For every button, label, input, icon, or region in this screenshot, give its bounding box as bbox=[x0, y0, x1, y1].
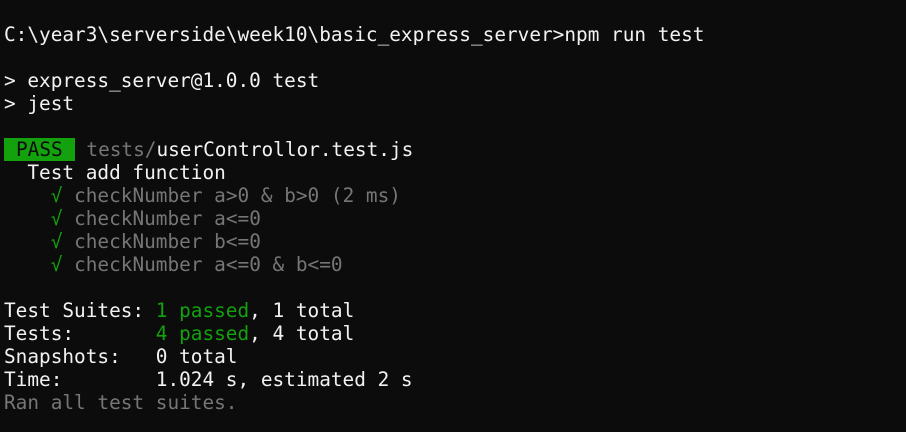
suites-passed: 1 passed bbox=[155, 299, 250, 322]
check-icon: √ bbox=[50, 207, 63, 230]
test-file-dir: tests/ bbox=[86, 138, 157, 161]
test-case: √ checkNumber a>0 & b>0 (2 ms) bbox=[4, 184, 904, 207]
summary-snapshots: Snapshots: 0 total bbox=[4, 345, 904, 368]
test-case-name: checkNumber a<=0 bbox=[74, 207, 261, 230]
summary-label: Tests: bbox=[4, 322, 156, 345]
test-case: √ checkNumber b<=0 bbox=[4, 230, 904, 253]
summary-label: Test Suites: bbox=[4, 299, 156, 322]
summary-label: Time: bbox=[4, 368, 156, 391]
tests-passed: 4 passed bbox=[155, 322, 250, 345]
suite-name: Test add function bbox=[4, 161, 904, 184]
terminal-output: C:\year3\serverside\week10\basic_express… bbox=[4, 23, 904, 414]
test-file-name: userControllor.test.js bbox=[156, 138, 414, 161]
test-case-name: checkNumber a>0 & b>0 (2 ms) bbox=[74, 184, 401, 207]
suites-total: , 1 total bbox=[249, 299, 355, 322]
test-case: √ checkNumber a<=0 bbox=[4, 207, 904, 230]
pass-badge: PASS bbox=[4, 138, 75, 161]
summary-time: Time: 1.024 s, estimated 2 s bbox=[4, 368, 904, 391]
tests-total: , 4 total bbox=[249, 322, 355, 345]
test-file-result: PASS tests/userControllor.test.js bbox=[4, 138, 904, 161]
check-icon: √ bbox=[50, 253, 63, 276]
check-icon: √ bbox=[50, 230, 63, 253]
snapshots-value: 0 total bbox=[155, 345, 238, 368]
check-icon: √ bbox=[50, 184, 63, 207]
summary-label: Snapshots: bbox=[4, 345, 156, 368]
test-case-name: checkNumber b<=0 bbox=[74, 230, 261, 253]
test-case-name: checkNumber a<=0 & b<=0 bbox=[74, 253, 343, 276]
footer-message: Ran all test suites. bbox=[4, 391, 238, 414]
jest-command-line: > jest bbox=[4, 92, 75, 115]
summary-tests: Tests: 4 passed, 4 total bbox=[4, 322, 904, 345]
suite-name-text: Test add function bbox=[27, 161, 226, 184]
command-line: C:\year3\serverside\week10\basic_express… bbox=[4, 23, 705, 46]
summary-test-suites: Test Suites: 1 passed, 1 total bbox=[4, 299, 904, 322]
time-value: 1.024 s, estimated 2 s bbox=[155, 368, 413, 391]
test-case: √ checkNumber a<=0 & b<=0 bbox=[4, 253, 904, 276]
npm-script-line: > express_server@1.0.0 test bbox=[4, 69, 320, 92]
